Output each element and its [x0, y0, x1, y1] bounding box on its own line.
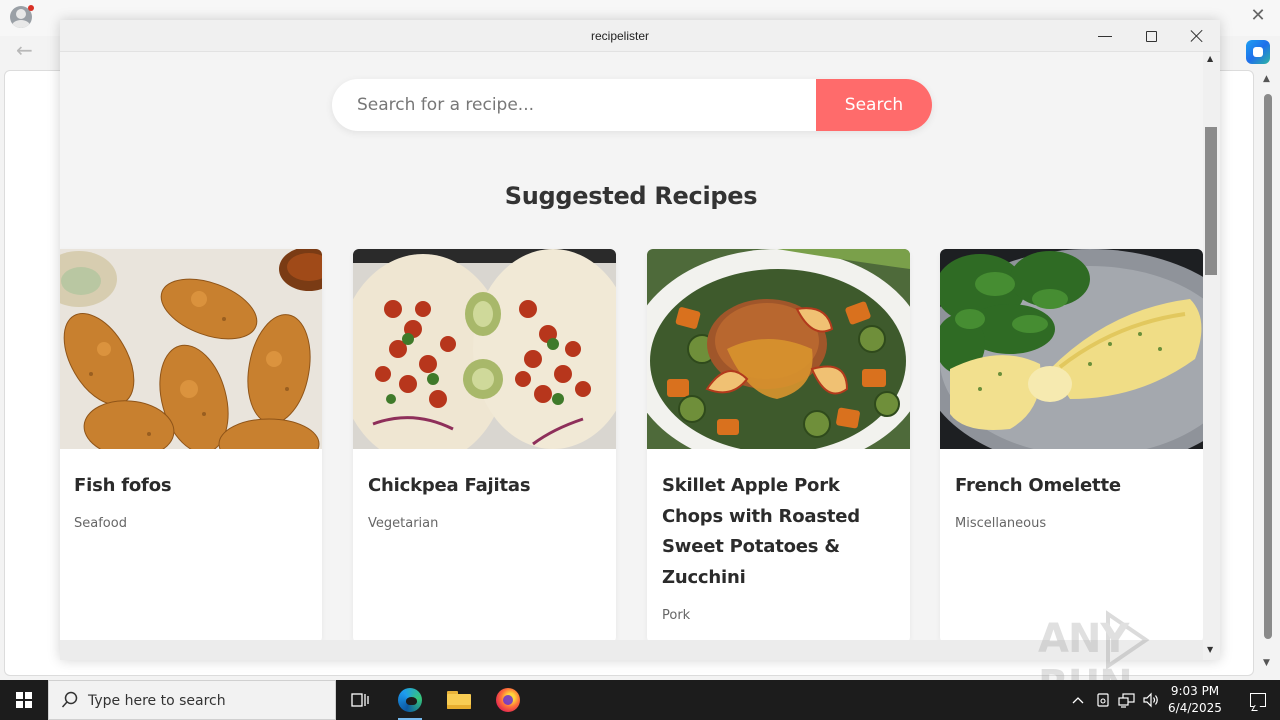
recipe-name: French Omelette — [955, 475, 1121, 496]
network-icon — [1118, 693, 1135, 708]
edge-icon — [398, 688, 422, 712]
search-bar: Search — [332, 79, 932, 131]
recipe-card[interactable]: Chickpea Fajitas Vegetarian — [353, 249, 616, 643]
browser-close-icon[interactable]: ✕ — [1248, 4, 1268, 28]
search-input[interactable] — [332, 79, 816, 131]
scroll-up-icon[interactable]: ▲ — [1263, 74, 1270, 84]
recipe-category: Miscellaneous — [955, 516, 1047, 531]
taskbar-clock[interactable]: 9:03 PM 6/4/2025 — [1166, 683, 1224, 717]
task-view-button[interactable] — [336, 680, 384, 720]
recipe-category: Vegetarian — [368, 516, 439, 531]
app-window: recipelister Search Suggested Recipes — [60, 20, 1220, 660]
close-button[interactable] — [1174, 20, 1220, 52]
recipe-name: Chickpea Fajitas — [368, 475, 531, 496]
start-button[interactable] — [0, 680, 48, 720]
minimize-icon — [1098, 35, 1112, 37]
back-arrow-icon[interactable]: ← — [16, 38, 33, 62]
window-title: recipelister — [590, 29, 650, 43]
notification-center-button[interactable] — [1236, 680, 1280, 720]
recipe-card[interactable]: Skillet Apple Pork Chops with Roasted Sw… — [647, 249, 910, 643]
volume-button[interactable] — [1140, 680, 1162, 720]
search-button[interactable]: Search — [816, 79, 932, 131]
notification-icon — [1250, 693, 1266, 707]
taskbar: Type here to search 9:03 PM 6/4/2025 — [0, 680, 1280, 720]
network-button[interactable] — [1117, 680, 1137, 720]
firefox-icon — [496, 688, 520, 712]
windows-logo-icon — [16, 692, 32, 708]
search-icon — [61, 691, 78, 708]
browser-scrollbar-thumb[interactable] — [1264, 94, 1272, 639]
section-title: Suggested Recipes — [504, 182, 758, 210]
file-explorer-taskbar-button[interactable] — [435, 680, 483, 720]
device-icon-button[interactable] — [1094, 680, 1112, 720]
close-icon — [1190, 29, 1204, 43]
browser-scrollbar[interactable]: ▲ ▼ — [1260, 74, 1278, 674]
recipe-card[interactable]: French Omelette Miscellaneous — [940, 249, 1203, 643]
chevron-up-icon — [1072, 697, 1084, 704]
copilot-icon[interactable] — [1246, 40, 1270, 64]
title-bar: recipelister — [60, 20, 1220, 52]
recipe-name: Skillet Apple Pork Chops with Roasted Sw… — [662, 475, 860, 588]
scroll-up-icon[interactable]: ▲ — [1207, 54, 1213, 63]
volume-icon — [1143, 692, 1158, 708]
notification-dot — [28, 5, 34, 11]
taskbar-search-box[interactable]: Type here to search — [48, 680, 336, 720]
task-view-icon — [351, 693, 369, 707]
scroll-down-icon[interactable]: ▼ — [1263, 658, 1270, 668]
recipe-card[interactable]: Fish fofos Seafood — [60, 249, 322, 643]
app-scrollbar[interactable]: ▲ ▼ — [1203, 52, 1220, 660]
edge-taskbar-button[interactable] — [386, 680, 434, 720]
recipe-image[interactable] — [647, 249, 910, 449]
clock-date: 6/4/2025 — [1168, 701, 1222, 715]
maximize-icon — [1145, 30, 1157, 42]
recipe-category: Seafood — [74, 516, 127, 531]
firefox-taskbar-button[interactable] — [484, 680, 532, 720]
show-hidden-icons-button[interactable] — [1068, 680, 1088, 720]
recipe-image[interactable] — [353, 249, 616, 449]
taskbar-search-placeholder: Type here to search — [88, 693, 226, 709]
app-scrollbar-thumb[interactable] — [1205, 127, 1217, 275]
device-icon — [1097, 693, 1109, 707]
recipe-image[interactable] — [60, 249, 322, 449]
recipe-name: Fish fofos — [74, 475, 172, 496]
recipe-image[interactable] — [940, 249, 1203, 449]
file-explorer-icon — [447, 691, 471, 709]
clock-time: 9:03 PM — [1170, 684, 1220, 698]
app-viewport: Search Suggested Recipes — [60, 52, 1220, 660]
recipe-category: Pork — [662, 608, 691, 623]
content-bottom-edge — [60, 640, 1203, 660]
minimize-button[interactable] — [1082, 20, 1128, 52]
watermark-logo: ANY RUN — [1038, 608, 1238, 708]
maximize-button[interactable] — [1128, 20, 1174, 52]
